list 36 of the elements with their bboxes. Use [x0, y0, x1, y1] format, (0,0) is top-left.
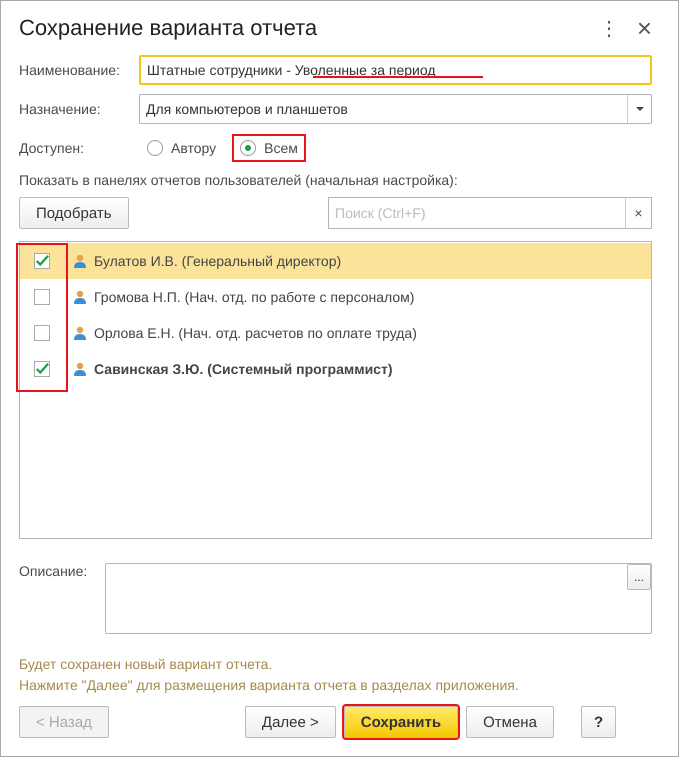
person-icon: [74, 290, 86, 304]
checkbox[interactable]: [34, 289, 50, 305]
description-field[interactable]: ...: [105, 563, 652, 634]
radio-option[interactable]: Всем: [232, 134, 306, 162]
field-label: Наименование:: [19, 62, 121, 78]
field-label: Описание:: [19, 563, 88, 581]
caret-icon: [636, 107, 644, 111]
person-icon: [74, 254, 86, 268]
clear-button[interactable]: ×: [625, 198, 651, 228]
checkbox[interactable]: [34, 253, 50, 269]
field-label: Доступен:: [19, 140, 85, 156]
help-button[interactable]: ?: [580, 706, 616, 738]
search-field[interactable]: Поиск (Ctrl+F) ×: [328, 197, 652, 229]
radio-option[interactable]: Автору: [139, 134, 224, 162]
dialog-button[interactable]: Далее >: [244, 706, 336, 738]
save-button[interactable]: Сохранить: [344, 706, 458, 738]
info-text: Нажмите "Далее" для размещения варианта отчета в разделах приложения.: [19, 676, 520, 695]
user-name[interactable]: Булатов И.В. (Генеральный директор): [94, 253, 342, 269]
person-icon: [74, 362, 86, 376]
checkbox[interactable]: [34, 325, 50, 341]
name-field[interactable]: Штатные сотрудники - Уволенные за период: [139, 55, 652, 85]
field-label: Назначение:: [19, 101, 102, 117]
purpose-dropdown[interactable]: Для компьютеров и планшетов: [139, 94, 652, 124]
person-icon: [74, 326, 86, 340]
more-button[interactable]: ...: [626, 564, 651, 590]
close-icon[interactable]: ×: [636, 12, 652, 44]
user-name[interactable]: Орлова Е.Н. (Нач. отд. расчетов по оплате труда): [94, 325, 417, 341]
dialog-button[interactable]: Отмена: [466, 706, 554, 738]
window-title: Сохранение варианта отчета: [19, 15, 318, 41]
menu-icon[interactable]: ⋮: [598, 16, 619, 40]
user-name[interactable]: Громова Н.П. (Нач. отд. по работе с персоналом): [94, 289, 414, 305]
section-label: Показать в панелях отчетов пользователей (начальная настройка):: [19, 172, 458, 188]
user-name[interactable]: Савинская З.Ю. (Системный программист): [94, 361, 392, 377]
pick-button[interactable]: Подобрать: [19, 197, 129, 229]
checkbox[interactable]: [34, 361, 50, 377]
info-text: Будет сохранен новый вариант отчета.: [19, 655, 274, 674]
